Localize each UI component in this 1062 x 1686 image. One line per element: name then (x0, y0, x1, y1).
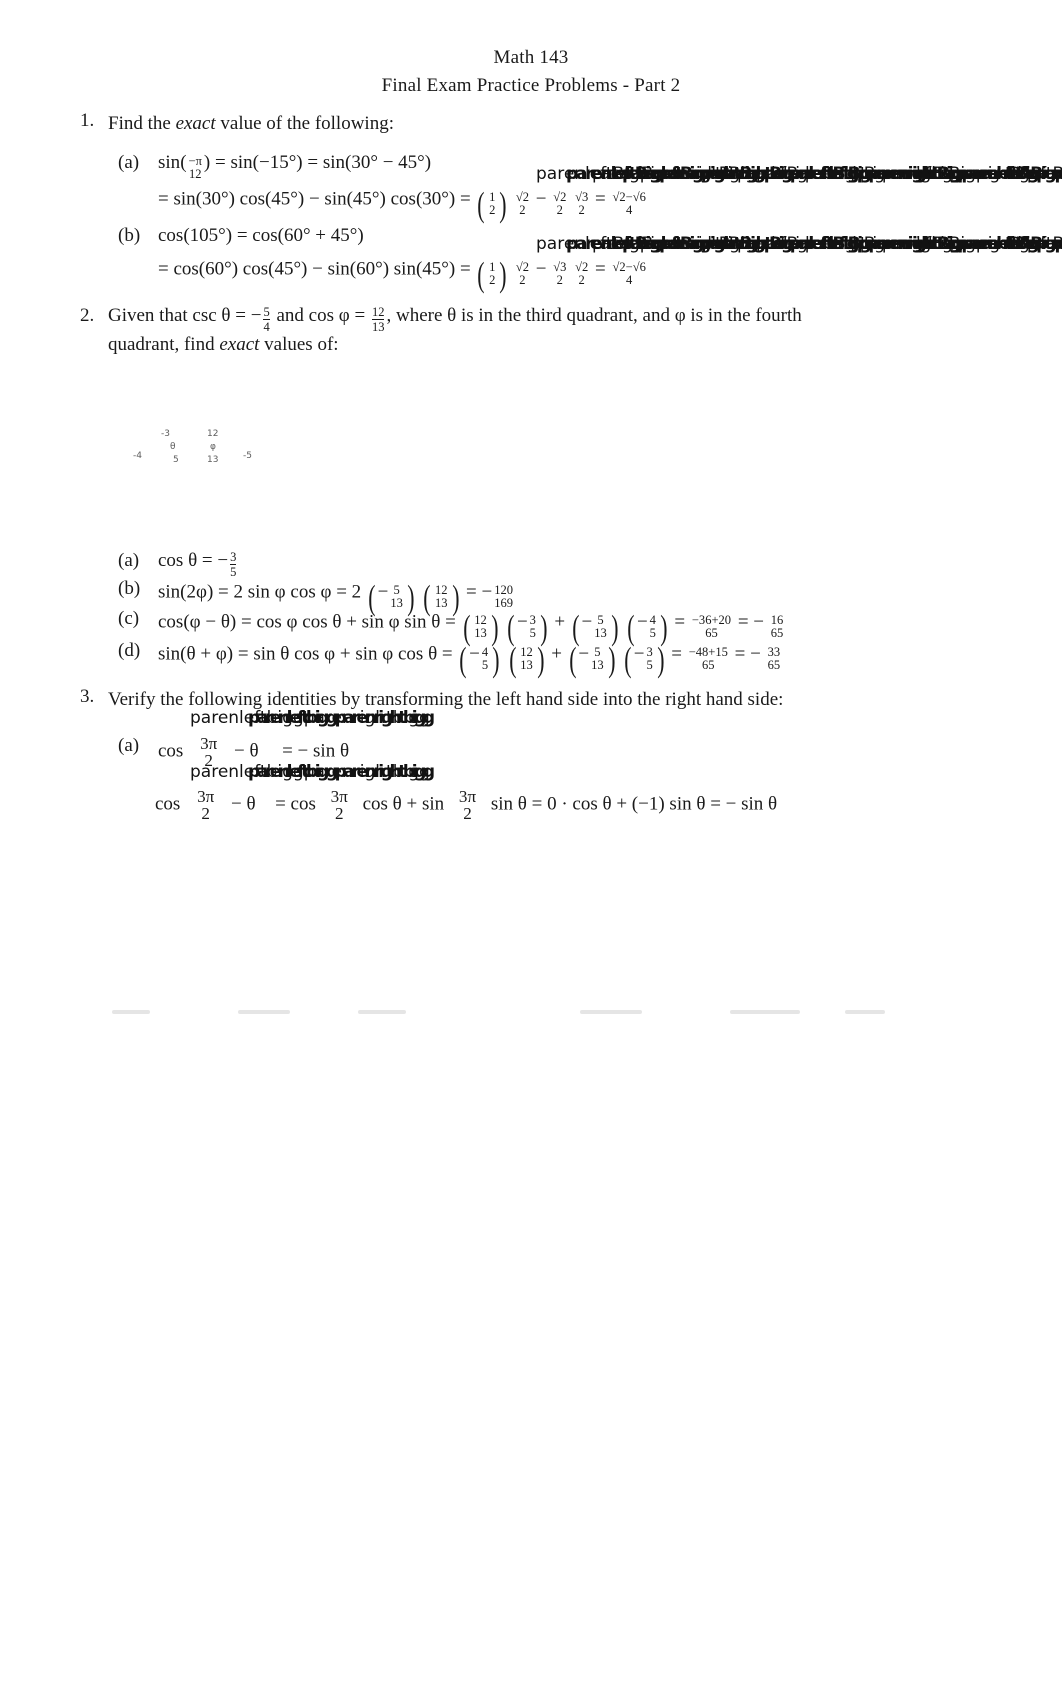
problem-2c-result: 16 65 (770, 613, 784, 640)
problem-2b-t1: 5 13 (390, 583, 403, 610)
problem-2d-t3-sign: − (578, 643, 590, 665)
problem-2d-expression: sin(θ + φ) = sin θ cos φ + sin φ cos θ =… (158, 640, 782, 680)
problem-2c-plus: + (554, 611, 566, 633)
problem-2d-label: (d) (118, 640, 141, 661)
problem-2-stem-d-post: values of: (259, 334, 339, 355)
problem-2c-equals: = (674, 611, 686, 633)
problem-2b-result: 120 169 (494, 583, 513, 610)
problem-2d-result: 33 65 (767, 645, 781, 672)
problem-2d-intermediate: −48+15 65 (688, 645, 728, 672)
triangle-right-adjacent-label: 12 (207, 429, 219, 439)
problem-3a-l2-cos: cos (155, 793, 181, 815)
problem-3a-delimiter-artifact-2: parenleftbiggparenrightbigg parenleftbig… (190, 762, 435, 782)
scan-smudge (730, 1010, 800, 1014)
problem-2d-equals-2: = − (734, 643, 761, 665)
problem-2d-t2: 12 13 (520, 645, 533, 672)
problem-2c-label: (c) (118, 608, 140, 629)
problem-2-stem-d: quadrant, find (108, 334, 220, 355)
problem-2-stem-line2: quadrant, find exact values of: (108, 334, 339, 356)
problem-2c-equals-2: = − (737, 611, 764, 633)
problem-3a-l2-fraction-2: 3π 2 (330, 787, 348, 824)
scan-smudge (580, 1010, 642, 1014)
artifact-layer-2: parenleftbiggparenrightbigg (248, 708, 435, 728)
problem-2b-equals: = − (466, 581, 493, 603)
problem-3a-l2-minus-theta: − θ (231, 793, 256, 815)
triangle-right-opposite-label: -5 (243, 451, 252, 461)
problem-2b-t2: 12 13 (435, 583, 448, 610)
problem-3a-l2-equals: = cos (275, 793, 316, 815)
problem-2-stem-emphasis: exact (219, 334, 260, 355)
problem-3-number: 3. (80, 686, 95, 707)
problem-2b-t1-sign: − (377, 581, 389, 603)
problem-2c-t3-sign: − (581, 611, 593, 633)
paren-open-icon: ( (508, 640, 517, 679)
problem-3a-l2-mid2: cos θ + sin (362, 793, 445, 815)
problem-2c-t3: 5 13 (594, 613, 607, 640)
problem-2d-t4: 35 (646, 645, 653, 672)
scan-smudge (845, 1010, 885, 1014)
triangle-left-hypotenuse-label: 5 (173, 455, 179, 465)
scan-smudge (358, 1010, 406, 1014)
problem-2b-label: (b) (118, 578, 141, 599)
problem-2d-t1: 45 (481, 645, 489, 672)
problem-3a-l2-fraction-1: 3π 2 (197, 787, 215, 824)
problem-3a-label: (a) (118, 735, 140, 756)
problem-3a-l2-tail: sin θ = 0 · cos θ + (−1) sin θ = − sin θ (490, 793, 778, 815)
problem-2c-t4-sign: − (636, 611, 648, 633)
scan-smudge (112, 1010, 150, 1014)
problem-2b-lhs: sin(2φ) = 2 sin φ cos φ = 2 (158, 581, 362, 603)
problem-2a-label: (a) (118, 550, 140, 571)
problem-2d-t4-sign: − (633, 643, 645, 665)
problem-2d-lhs: sin(θ + φ) = sin θ cos φ + sin φ cos θ = (158, 643, 453, 665)
artifact-layer-2: parenleftbiggparenrightbigg (248, 762, 435, 782)
problem-2c-t2-sign: − (516, 611, 528, 633)
problem-2-stem-line1: Given that csc θ = −5 4 and cos φ = 12 13,… (108, 305, 802, 334)
problem-3a-l2-fraction-3: 3π 2 (458, 787, 477, 824)
problem-2d-plus: + (551, 643, 562, 665)
problem-2a-lhs: cos θ = − (158, 550, 229, 571)
problem-3a-line2: cos 3π 2 − θ = cos 3π 2 cos θ + sin 3π 2 si… (155, 788, 777, 822)
paren-close-icon: ) (607, 640, 616, 679)
triangle-right-angle-label: φ (210, 442, 216, 452)
problem-3a-delimiter-artifact-1: parenleftbiggparenrightbigg parenleftbig… (190, 708, 435, 728)
problem-2d-t1-sign: − (469, 643, 480, 665)
triangle-left-opposite-label: -4 (133, 451, 142, 461)
problem-3a-rhs: = − sin θ (282, 740, 350, 762)
triangle-left-angle-label: θ (170, 442, 176, 452)
problem-2-quadrant-text: , where θ is in the third quadrant, and … (386, 305, 802, 326)
paren-open-icon: ( (459, 640, 467, 679)
paren-close-icon: ) (492, 640, 500, 679)
problem-2c-intermediate: −36+20 65 (691, 613, 732, 640)
paren-close-icon: ) (536, 640, 545, 679)
problem-2c-t1: 12 13 (474, 613, 487, 640)
problem-3a-cos: cos (158, 740, 184, 762)
triangle-right-hypotenuse-label: 13 (207, 455, 219, 465)
problem-2c-lhs: cos(φ − θ) = cos φ cos θ + sin φ sin θ = (158, 611, 456, 633)
triangle-left-adjacent-label: -3 (161, 429, 170, 439)
problem-2a-expression: cos θ = −3 5 (158, 550, 238, 579)
problem-2-csc-fraction: 54 (263, 304, 270, 334)
problem-2a-result-fraction: 35 (230, 549, 237, 579)
problem-2-cos-text: and cos φ = (271, 305, 370, 326)
scan-smudge (238, 1010, 290, 1014)
reference-triangle-diagram: -3 θ 5 -4 12 φ 13 -5 (125, 425, 285, 475)
problem-2d-equals: = (671, 643, 682, 665)
problem-3: 3. Verify the following identities by tr… (0, 0, 1062, 822)
paren-close-icon: ) (657, 640, 665, 679)
paren-open-icon: ( (624, 640, 632, 679)
problem-2d-t3: 5 13 (591, 645, 604, 672)
problem-2c-t2: 35 (529, 613, 536, 640)
problem-2-number: 2. (80, 305, 95, 326)
problem-2-cos-fraction: 12 13 (371, 304, 385, 334)
problem-2c-t4: 45 (649, 613, 656, 640)
paren-open-icon: ( (568, 640, 577, 679)
problem-2-csc-text: Given that csc θ = − (108, 305, 262, 326)
problem-3a-minus-theta: − θ (234, 740, 259, 762)
